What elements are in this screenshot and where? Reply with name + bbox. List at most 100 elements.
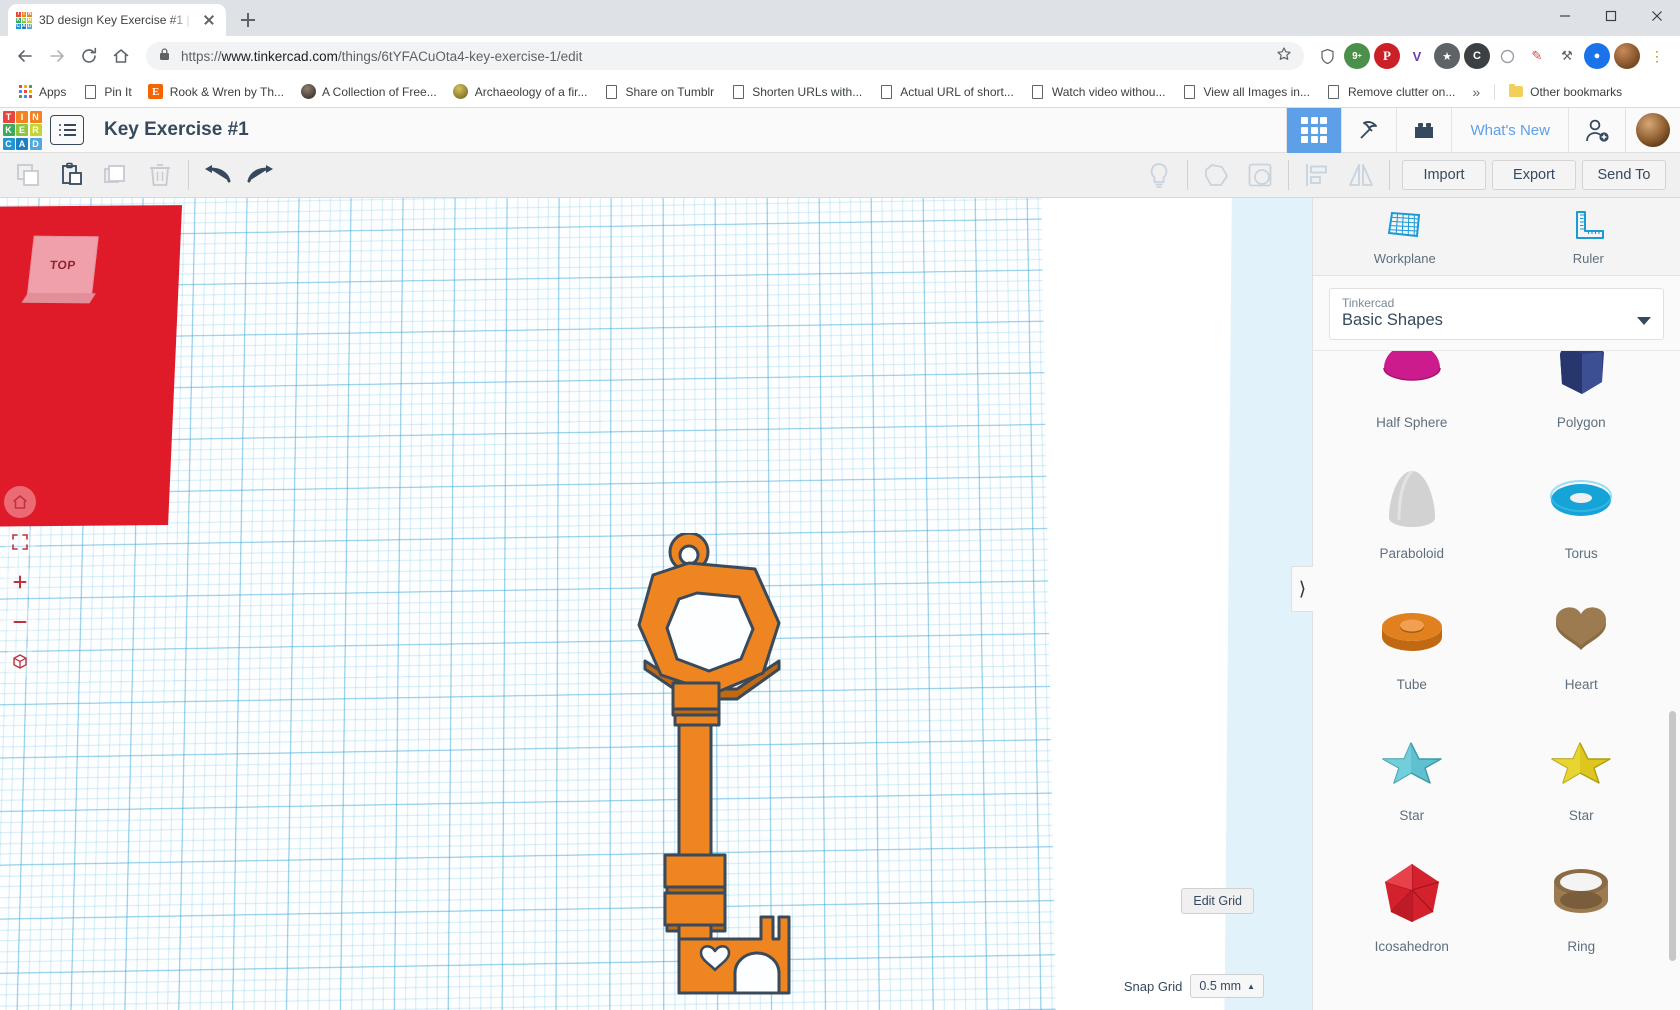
trash-icon[interactable] [138, 153, 182, 197]
edit-grid-button[interactable]: Edit Grid [1181, 888, 1254, 914]
forward-arrow-icon[interactable] [42, 41, 72, 71]
snap-grid-select[interactable]: 0.5 mm ▲ [1190, 974, 1264, 998]
user-avatar[interactable] [1625, 108, 1680, 153]
shape-label: Half Sphere [1376, 415, 1447, 430]
star-icon [1327, 724, 1497, 800]
shape-item-paraboloid[interactable]: Paraboloid [1327, 440, 1497, 571]
lightbulb-icon[interactable] [1137, 153, 1181, 197]
whats-new-button[interactable]: What's New [1451, 108, 1568, 153]
paste-icon[interactable] [50, 153, 94, 197]
v-icon[interactable]: V [1404, 43, 1430, 69]
url-text: https://www.tinkercad.com/things/6tYFACu… [181, 49, 582, 64]
shape-item-half-sphere[interactable]: Half Sphere [1327, 350, 1497, 440]
view-cube-top-face[interactable]: TOP [27, 236, 99, 295]
zoom-in-button[interactable] [4, 566, 36, 598]
home-icon[interactable] [106, 41, 136, 71]
shape-label: Ring [1567, 939, 1595, 954]
bookmark-collection-free[interactable]: A Collection of Free... [293, 81, 444, 103]
copy-icon[interactable] [6, 153, 50, 197]
perspective-toggle-button[interactable] [4, 646, 36, 678]
home-view-button[interactable] [4, 486, 36, 518]
other-bookmarks-button[interactable]: Other bookmarks [1501, 81, 1629, 103]
lock-icon [158, 47, 171, 66]
address-bar[interactable]: https://www.tinkercad.com/things/6tYFACu… [146, 42, 1304, 70]
shield-icon[interactable] [1314, 43, 1340, 69]
back-arrow-icon[interactable] [10, 41, 40, 71]
circle-icon[interactable] [1494, 43, 1520, 69]
bookmark-share-tumblr[interactable]: Share on Tumblr [596, 81, 721, 103]
browser-navbar: https://www.tinkercad.com/things/6tYFACu… [0, 36, 1680, 76]
lego-brick-icon[interactable] [1396, 108, 1451, 153]
shape-item-ring[interactable]: Ring [1497, 833, 1667, 964]
globe-icon[interactable]: ★ [1434, 43, 1460, 69]
user-avatar[interactable] [1614, 43, 1640, 69]
import-button[interactable]: Import [1402, 160, 1486, 190]
shape-item-heart[interactable]: Heart [1497, 571, 1667, 702]
bookmark-rook-wren[interactable]: E Rook & Wren by Th... [141, 81, 291, 103]
bookmark-label: Actual URL of short... [900, 85, 1014, 99]
redo-arrow-icon[interactable] [239, 153, 283, 197]
ring-icon [1497, 855, 1667, 931]
bookmark-archaeology[interactable]: Archaeology of a fir... [446, 81, 595, 103]
close-window-button[interactable] [1634, 0, 1680, 32]
view-cube[interactable]: TOP [0, 205, 182, 527]
reload-icon[interactable] [74, 41, 104, 71]
bookmark-star-icon[interactable] [1276, 46, 1292, 67]
bookmarks-overflow-button[interactable]: » [1464, 84, 1488, 100]
ruler-tool[interactable]: Ruler [1497, 198, 1680, 275]
new-tab-button[interactable] [234, 6, 262, 34]
key-3d-model[interactable] [627, 533, 797, 998]
pinterest-icon[interactable]: P [1374, 43, 1400, 69]
export-button[interactable]: Export [1492, 160, 1576, 190]
bookmark-actual-url[interactable]: Actual URL of short... [871, 81, 1021, 103]
workplane-tool[interactable]: Workplane [1313, 198, 1497, 275]
3d-viewport[interactable]: TOP [0, 198, 1312, 1010]
bookmark-watch-video[interactable]: Watch video withou... [1023, 81, 1173, 103]
tinkercad-logo[interactable]: TIN KER CAD [0, 108, 44, 153]
shape-item-torus[interactable]: Torus [1497, 440, 1667, 571]
shape-item-star-yellow[interactable]: Star [1497, 702, 1667, 833]
duplicate-icon[interactable] [94, 153, 138, 197]
minimize-button[interactable] [1542, 0, 1588, 32]
viewport-nav-controls [4, 486, 36, 678]
translate-icon[interactable]: 9+ [1344, 43, 1370, 69]
bookmark-remove-clutter[interactable]: Remove clutter on... [1319, 81, 1462, 103]
kebab-menu-icon[interactable]: ⋮ [1644, 43, 1670, 69]
bookmark-pin-it[interactable]: Pin It [75, 81, 138, 103]
header-actions: What's New [1286, 108, 1680, 153]
ungroup-shapes-icon[interactable] [1238, 153, 1282, 197]
sync-icon[interactable]: ● [1584, 43, 1610, 69]
mirror-icon[interactable] [1339, 153, 1383, 197]
bookmark-apps[interactable]: Apps [10, 81, 73, 103]
fit-view-button[interactable] [4, 526, 36, 558]
tools-icon[interactable]: ⚒ [1554, 43, 1580, 69]
shapes-grid[interactable]: Half Sphere Polygon [1313, 350, 1680, 1010]
bookmark-view-images[interactable]: View all Images in... [1174, 81, 1317, 103]
shape-item-tube[interactable]: Tube [1327, 571, 1497, 702]
window-controls [1542, 0, 1680, 36]
align-icon[interactable] [1295, 153, 1339, 197]
library-dropdown[interactable]: Tinkercad Basic Shapes [1329, 288, 1664, 340]
send-to-button[interactable]: Send To [1582, 160, 1666, 190]
c-icon[interactable]: C [1464, 43, 1490, 69]
shape-label: Tube [1397, 677, 1427, 692]
zoom-out-button[interactable] [4, 606, 36, 638]
shape-item-star-cyan[interactable]: Star [1327, 702, 1497, 833]
browser-tab[interactable]: TIN KER CAD 3D design Key Exercise #1 | … [8, 4, 226, 36]
page-title[interactable]: Key Exercise #1 [104, 119, 249, 141]
panel-collapse-button[interactable]: ⟩ [1291, 566, 1313, 612]
shape-label: Torus [1565, 546, 1598, 561]
undo-arrow-icon[interactable] [195, 153, 239, 197]
pickaxe-icon[interactable] [1341, 108, 1396, 153]
list-menu-icon[interactable] [50, 115, 84, 145]
maximize-button[interactable] [1588, 0, 1634, 32]
shape-item-polygon[interactable]: Polygon [1497, 350, 1667, 440]
panel-scrollbar[interactable] [1669, 711, 1676, 961]
group-shapes-icon[interactable] [1194, 153, 1238, 197]
add-person-icon[interactable] [1568, 108, 1625, 153]
close-icon[interactable] [200, 11, 218, 29]
paint-icon[interactable]: ✎ [1524, 43, 1550, 69]
grid-view-icon[interactable] [1286, 108, 1341, 153]
bookmark-shorten-urls[interactable]: Shorten URLs with... [723, 81, 869, 103]
shape-item-icosahedron[interactable]: Icosahedron [1327, 833, 1497, 964]
